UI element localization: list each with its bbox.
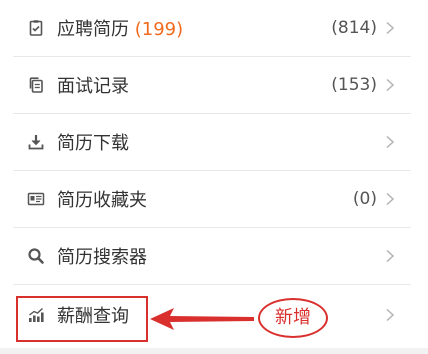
chevron-right-icon — [383, 308, 397, 322]
menu-list: 应聘简历 (199) (814) 面试记录 (153) 简历下载 简历收藏夹 (… — [13, 0, 411, 345]
total-count: (153) — [331, 75, 377, 95]
menu-item-downloads[interactable]: 简历下载 — [13, 114, 411, 171]
id-card-icon — [27, 190, 45, 208]
menu-item-label: 应聘简历 (199) — [57, 19, 184, 40]
chevron-right-icon — [383, 249, 397, 263]
chevron-right-icon — [383, 192, 397, 206]
search-icon — [27, 247, 45, 265]
bottom-divider — [0, 348, 428, 354]
download-icon — [27, 133, 45, 151]
chevron-right-icon — [383, 21, 397, 35]
menu-item-label: 简历下载 — [57, 133, 129, 154]
total-count: (0) — [352, 189, 377, 209]
chevron-right-icon — [383, 78, 397, 92]
arrow-left-icon — [150, 306, 254, 332]
menu-item-label: 简历收藏夹 — [57, 190, 147, 211]
menu-item-label: 面试记录 — [57, 76, 129, 97]
menu-item-interviews[interactable]: 面试记录 (153) — [13, 57, 411, 114]
resume-menu-screen: 应聘简历 (199) (814) 面试记录 (153) 简历下载 简历收藏夹 (… — [0, 0, 428, 354]
highlight-box — [16, 296, 148, 342]
menu-item-favorites[interactable]: 简历收藏夹 (0) — [13, 171, 411, 228]
chevron-right-icon — [383, 135, 397, 149]
menu-item-label: 简历搜索器 — [57, 247, 147, 268]
new-applications-count: (199) — [134, 19, 184, 40]
menu-item-search[interactable]: 简历搜索器 — [13, 228, 411, 285]
copy-icon — [27, 76, 45, 94]
total-count: (814) — [331, 18, 377, 38]
new-badge: 新增 — [258, 298, 328, 338]
menu-item-applications[interactable]: 应聘简历 (199) (814) — [13, 0, 411, 57]
clipboard-icon — [27, 19, 45, 37]
